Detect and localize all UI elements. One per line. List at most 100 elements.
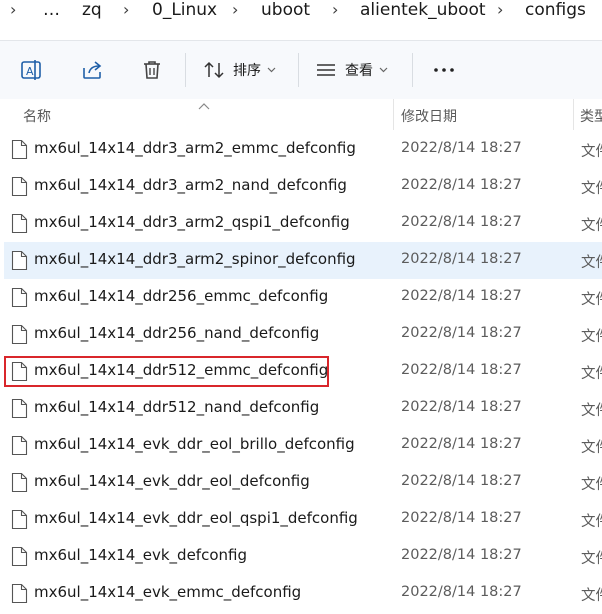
file-icon (11, 139, 28, 164)
file-icon (11, 546, 28, 571)
file-icon (11, 583, 28, 608)
file-name: mx6ul_14x14_evk_ddr_eol_defconfig (34, 472, 310, 490)
trash-icon (140, 58, 164, 82)
breadcrumb-item-zq[interactable]: zq (82, 0, 102, 20)
breadcrumb-item-alientek-uboot[interactable]: alientek_uboot (360, 0, 486, 20)
breadcrumb-item-uboot[interactable]: uboot (261, 0, 310, 20)
file-type: 文件 (581, 588, 602, 604)
file-name: mx6ul_14x14_evk_defconfig (34, 546, 247, 564)
column-type[interactable]: 类型 (580, 106, 602, 126)
file-row[interactable]: mx6ul_14x14_ddr3_arm2_nand_defconfig 2022… (4, 168, 602, 205)
file-name: mx6ul_14x14_ddr256_nand_defconfig (34, 324, 320, 342)
file-name: mx6ul_14x14_ddr3_arm2_nand_defconfig (34, 176, 347, 194)
file-type: 文件 (581, 329, 602, 345)
file-modified-date: 2022/8/14 18:27 (401, 362, 522, 378)
file-row[interactable]: mx6ul_14x14_evk_ddr_eol_defconfig 2022/8/… (4, 464, 602, 501)
chevron-right-icon[interactable]: › (10, 0, 16, 20)
view-label: 查看 (345, 63, 373, 79)
column-date[interactable]: 修改日期 (401, 106, 457, 126)
column-header: 名称 修改日期 类型 (0, 99, 602, 130)
file-type: 文件 (581, 255, 602, 271)
chevron-right-icon[interactable]: › (232, 0, 238, 20)
file-icon (11, 287, 28, 312)
file-type: 文件 (581, 514, 602, 530)
file-modified-date: 2022/8/14 18:27 (401, 547, 522, 563)
chevron-right-icon[interactable]: › (497, 0, 503, 20)
share-button[interactable] (80, 55, 104, 85)
file-row[interactable]: mx6ul_14x14_ddr256_emmc_defconfig 2022/8/… (4, 279, 602, 316)
file-type: 文件 (581, 551, 602, 567)
view-button[interactable]: 查看 (315, 55, 388, 85)
file-name: mx6ul_14x14_evk_ddr_eol_brillo_defconfig (34, 435, 355, 453)
file-row[interactable]: mx6ul_14x14_evk_ddr_eol_brillo_defconfig… (4, 427, 602, 464)
file-name: mx6ul_14x14_ddr512_nand_defconfig (34, 398, 320, 416)
sort-button[interactable]: 排序 (203, 55, 276, 85)
file-modified-date: 2022/8/14 18:27 (401, 214, 522, 230)
file-modified-date: 2022/8/14 18:27 (401, 251, 522, 267)
breadcrumb-item-0-linux[interactable]: 0_Linux (152, 0, 217, 20)
file-row[interactable]: mx6ul_14x14_ddr3_arm2_qspi1_defconfig 202… (4, 205, 602, 242)
rename-button[interactable]: A (19, 55, 43, 85)
file-row[interactable]: mx6ul_14x14_ddr3_arm2_spinor_defconfig 20… (4, 242, 602, 279)
file-modified-date: 2022/8/14 18:27 (401, 436, 522, 452)
file-name: mx6ul_14x14_evk_ddr_eol_qspi1_defconfig (34, 509, 358, 527)
file-modified-date: 2022/8/14 18:27 (401, 584, 522, 600)
file-modified-date: 2022/8/14 18:27 (401, 473, 522, 489)
file-row[interactable]: mx6ul_14x14_evk_ddr_eol_qspi1_defconfig 2… (4, 501, 602, 538)
file-icon (11, 213, 28, 238)
toolbar-divider (412, 53, 413, 87)
file-modified-date: 2022/8/14 18:27 (401, 177, 522, 193)
file-modified-date: 2022/8/14 18:27 (401, 510, 522, 526)
file-icon (11, 509, 28, 534)
toolbar-divider (185, 53, 186, 87)
file-row[interactable]: mx6ul_14x14_ddr3_arm2_emmc_defconfig 2022… (4, 131, 602, 168)
share-icon (80, 58, 104, 82)
breadcrumb-item-configs[interactable]: configs (525, 0, 586, 20)
file-type: 文件 (581, 218, 602, 234)
chevron-right-icon[interactable]: › (332, 0, 338, 20)
chevron-down-icon (379, 67, 388, 73)
file-type: 文件 (581, 403, 602, 419)
file-name: mx6ul_14x14_ddr512_emmc_defconfig (34, 361, 329, 379)
file-name: mx6ul_14x14_ddr3_arm2_qspi1_defconfig (34, 213, 350, 231)
chevron-down-icon (267, 67, 276, 73)
file-icon (11, 324, 28, 349)
file-icon (11, 435, 28, 460)
file-modified-date: 2022/8/14 18:27 (401, 288, 522, 304)
file-type: 文件 (581, 440, 602, 456)
file-icon (11, 176, 28, 201)
file-row[interactable]: mx6ul_14x14_evk_emmc_defconfig 2022/8/14 … (4, 575, 602, 612)
delete-button[interactable] (140, 55, 164, 85)
chevron-right-icon[interactable]: › (123, 0, 129, 20)
command-bar: A 排序 查看 (0, 40, 602, 100)
file-name: mx6ul_14x14_ddr3_arm2_emmc_defconfig (34, 139, 356, 157)
breadcrumb: › … zq › 0_Linux › uboot › alientek_uboo… (0, 0, 602, 40)
column-divider[interactable] (573, 99, 574, 130)
file-row[interactable]: mx6ul_14x14_ddr256_nand_defconfig 2022/8/… (4, 316, 602, 353)
sort-ascending-icon (198, 95, 210, 114)
file-icon (11, 472, 28, 497)
file-type: 文件 (581, 366, 602, 382)
column-divider[interactable] (393, 99, 394, 130)
file-icon (11, 398, 28, 423)
file-name: mx6ul_14x14_evk_emmc_defconfig (34, 583, 302, 601)
breadcrumb-overflow[interactable]: … (43, 0, 61, 20)
file-modified-date: 2022/8/14 18:27 (401, 325, 522, 341)
file-name: mx6ul_14x14_ddr3_arm2_spinor_defconfig (34, 250, 356, 268)
file-icon (11, 250, 28, 275)
file-modified-date: 2022/8/14 18:27 (401, 140, 522, 156)
file-type: 文件 (581, 181, 602, 197)
file-name: mx6ul_14x14_ddr256_emmc_defconfig (34, 287, 329, 305)
file-modified-date: 2022/8/14 18:27 (401, 399, 522, 415)
more-options-button[interactable] (432, 55, 456, 85)
column-name[interactable]: 名称 (23, 106, 51, 126)
file-row[interactable]: mx6ul_14x14_evk_defconfig 2022/8/14 18:27… (4, 538, 602, 575)
sort-icon (203, 59, 225, 81)
view-list-icon (315, 59, 337, 81)
sort-label: 排序 (233, 63, 261, 79)
file-row[interactable]: mx6ul_14x14_ddr512_nand_defconfig 2022/8/… (4, 390, 602, 427)
rename-icon: A (19, 58, 43, 82)
file-type: 文件 (581, 144, 602, 160)
file-type: 文件 (581, 292, 602, 308)
file-row[interactable]: mx6ul_14x14_ddr512_emmc_defconfig 2022/8/… (4, 353, 602, 390)
